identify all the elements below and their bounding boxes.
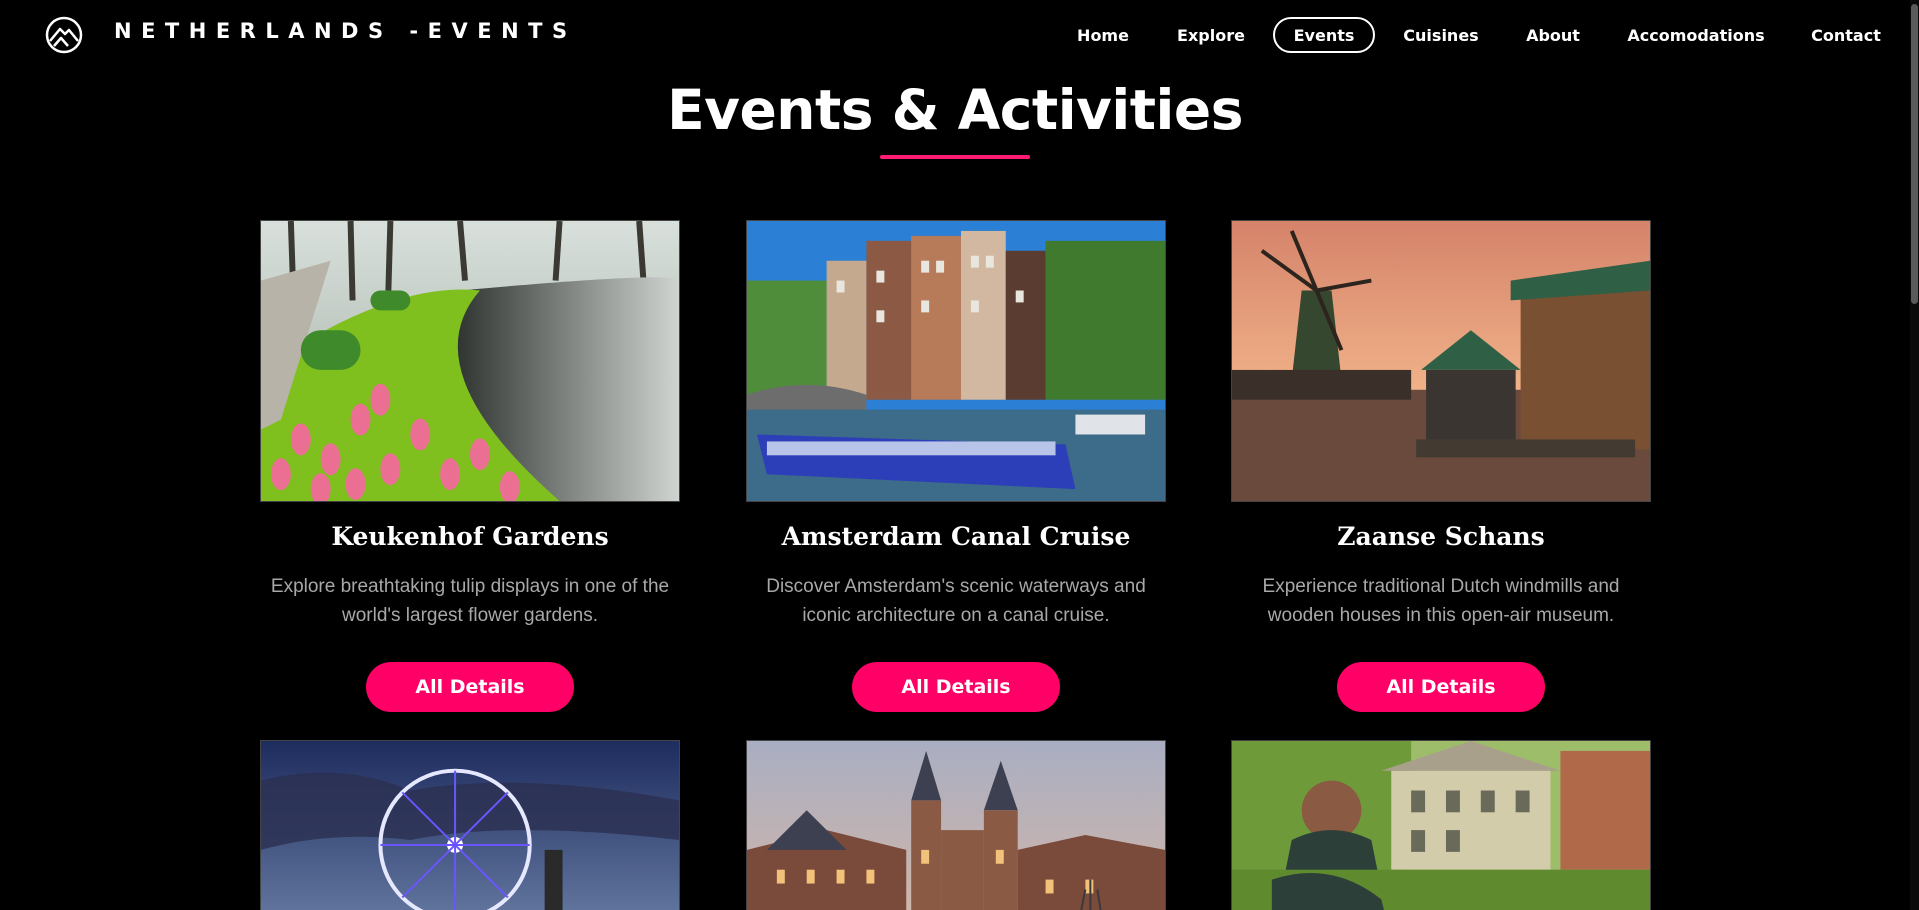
nav-about[interactable]: About: [1518, 17, 1588, 53]
mountain-circle-logo-icon[interactable]: [44, 16, 84, 54]
title-underline: [880, 155, 1030, 159]
scrollbar[interactable]: [1910, 0, 1919, 910]
event-card: [260, 740, 680, 910]
rijksmuseum-photo[interactable]: [746, 740, 1166, 910]
nav-contact[interactable]: Contact: [1806, 17, 1886, 53]
event-card: [1231, 740, 1651, 910]
event-card: [746, 740, 1166, 910]
nav-accomodations[interactable]: Accomodations: [1622, 17, 1770, 53]
nav-home[interactable]: Home: [1068, 17, 1138, 53]
page-title: Events & Activities: [667, 78, 1243, 142]
card-description: Explore breathtaking tulip displays in o…: [270, 576, 670, 626]
canal-boat-photo[interactable]: [746, 220, 1166, 502]
all-details-button[interactable]: All Details: [852, 662, 1060, 712]
card-title: Zaanse Schans: [1337, 522, 1545, 551]
tulip-garden-photo[interactable]: [260, 220, 680, 502]
ferris-wheel-photo[interactable]: [260, 740, 680, 910]
card-description: Discover Amsterdam's scenic waterways an…: [766, 576, 1146, 626]
garden-house-photo[interactable]: [1231, 740, 1651, 910]
brand-name[interactable]: NETHERLANDS -EVENTS: [114, 19, 577, 43]
nav-events[interactable]: Events: [1273, 17, 1375, 53]
card-title: Keukenhof Gardens: [331, 522, 609, 551]
card-title: Amsterdam Canal Cruise: [781, 522, 1131, 551]
windmill-photo[interactable]: [1231, 220, 1651, 502]
card-description: Experience traditional Dutch windmills a…: [1262, 576, 1620, 626]
nav-explore[interactable]: Explore: [1168, 17, 1254, 53]
all-details-button[interactable]: All Details: [1337, 662, 1545, 712]
scrollbar-thumb[interactable]: [1911, 4, 1918, 304]
all-details-button[interactable]: All Details: [366, 662, 574, 712]
navbar: NETHERLANDS -EVENTS Home Explore Events …: [0, 0, 1919, 68]
nav-cuisines[interactable]: Cuisines: [1398, 17, 1484, 53]
